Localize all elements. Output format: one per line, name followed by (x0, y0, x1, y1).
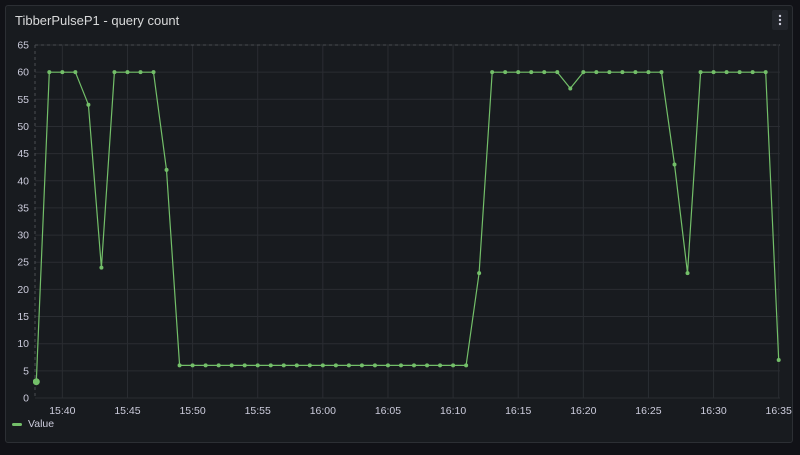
y-tick-label: 20 (17, 284, 29, 296)
x-tick-label: 16:30 (700, 405, 726, 417)
x-tick-label: 16:15 (505, 405, 531, 417)
x-tick-label: 16:25 (635, 405, 661, 417)
x-tick-label: 15:50 (179, 405, 205, 417)
x-tick-label: 15:40 (49, 405, 75, 417)
data-point (438, 363, 443, 368)
data-point (581, 70, 586, 75)
data-point (99, 265, 104, 270)
x-tick-label: 15:55 (245, 405, 271, 417)
data-point (594, 70, 599, 75)
x-tick-label: 16:35 (766, 405, 792, 417)
line-chart[interactable]: 0 5 10 15 20 25 30 35 40 45 50 55 60 65 15:40 15:45 15:5… (0, 0, 800, 455)
y-tick-label: 40 (17, 175, 29, 187)
data-point (33, 378, 40, 386)
y-tick-label: 55 (17, 94, 29, 106)
data-point (177, 363, 182, 368)
data-point (659, 70, 664, 75)
data-point (151, 70, 156, 75)
data-point (620, 70, 625, 75)
legend[interactable]: Value (12, 418, 54, 430)
data-point (633, 70, 638, 75)
legend-label: Value (28, 418, 55, 430)
data-point (737, 70, 742, 75)
data-point (86, 102, 91, 107)
data-point (333, 363, 338, 368)
data-point (320, 363, 325, 368)
data-point (346, 363, 351, 368)
data-point (477, 271, 482, 276)
data-point (47, 70, 52, 75)
y-tick-label: 45 (17, 148, 29, 160)
data-point (60, 70, 65, 75)
data-point (555, 70, 560, 75)
data-point (412, 363, 417, 368)
data-point (698, 70, 703, 75)
x-tick-label: 15:45 (114, 405, 140, 417)
data-point (359, 363, 364, 368)
data-point (516, 70, 521, 75)
data-point (490, 70, 495, 75)
data-point (568, 86, 573, 91)
series-group (33, 70, 781, 386)
data-point (307, 363, 312, 368)
data-point (503, 70, 508, 75)
data-point (464, 363, 469, 368)
data-point (125, 70, 130, 75)
data-point (711, 70, 716, 75)
data-point (203, 363, 208, 368)
y-tick-label: 25 (17, 257, 29, 269)
y-tick-label: 15 (17, 311, 29, 323)
y-tick-label: 50 (17, 121, 29, 133)
data-point (294, 363, 299, 368)
data-point (750, 70, 755, 75)
data-point (776, 357, 781, 362)
data-point (724, 70, 729, 75)
data-point (372, 363, 377, 368)
data-point (242, 363, 247, 368)
data-point (451, 363, 456, 368)
data-point (255, 363, 260, 368)
x-tick-label: 16:20 (570, 405, 596, 417)
data-point (398, 363, 403, 368)
y-tick-label: 30 (17, 230, 29, 242)
data-point (763, 70, 768, 75)
y-tick-label: 5 (23, 365, 29, 377)
series-line (35, 71, 780, 382)
data-point (542, 70, 547, 75)
data-point (216, 363, 221, 368)
data-point (138, 70, 143, 75)
data-point (164, 167, 169, 172)
data-point (268, 363, 273, 368)
y-tick-label: 60 (17, 67, 29, 79)
data-point (112, 70, 117, 75)
data-point (646, 70, 651, 75)
data-point (385, 363, 390, 368)
x-tick-label: 16:10 (440, 405, 466, 417)
data-point (672, 162, 677, 167)
legend-swatch (12, 422, 22, 426)
data-point (529, 70, 534, 75)
data-point (685, 271, 690, 276)
y-tick-label: 65 (17, 40, 29, 52)
x-tick-label: 16:00 (310, 405, 336, 417)
y-tick-label: 35 (17, 202, 29, 214)
data-point (425, 363, 430, 368)
y-tick-label: 10 (17, 338, 29, 350)
data-point (281, 363, 286, 368)
y-tick-label: 0 (23, 393, 29, 405)
data-point (73, 70, 78, 75)
data-point (229, 363, 234, 368)
data-point (607, 70, 612, 75)
x-tick-label: 16:05 (375, 405, 401, 417)
data-point (190, 363, 195, 368)
